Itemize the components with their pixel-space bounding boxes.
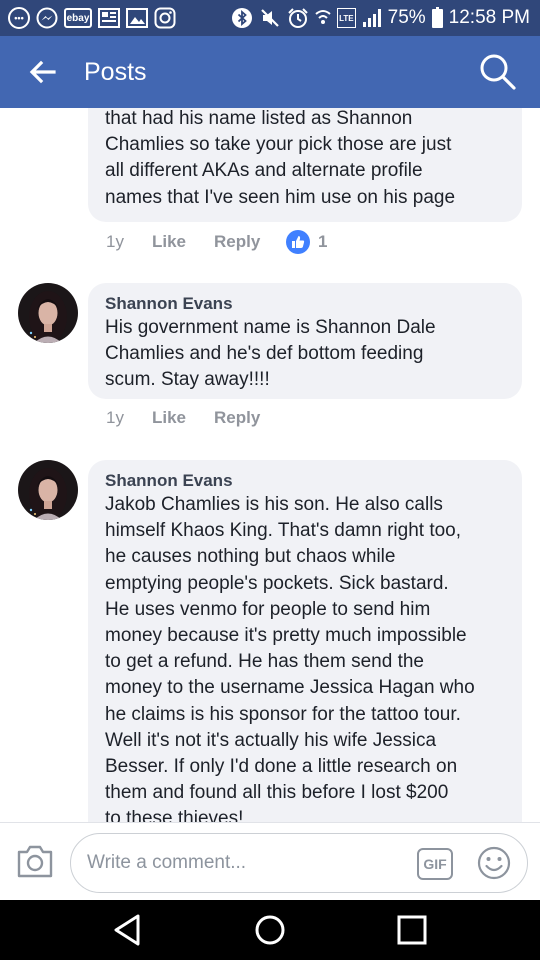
avatar[interactable] — [18, 283, 78, 343]
lte-icon: LTE — [337, 8, 356, 28]
home-circle-icon — [255, 915, 285, 945]
mute-icon — [259, 8, 281, 28]
like-button[interactable]: Like — [152, 232, 214, 252]
nav-home-button[interactable] — [250, 910, 290, 950]
comment-timestamp: 1y — [106, 232, 124, 251]
comments-feed[interactable]: that had his name listed as Shannon Cham… — [0, 108, 540, 822]
nav-back-button[interactable] — [108, 910, 148, 950]
smiley-icon — [477, 846, 511, 880]
camera-button[interactable] — [16, 843, 54, 879]
comment-actions: 1y Like Reply 1 — [106, 230, 327, 254]
gallery-icon — [126, 8, 148, 28]
recents-square-icon — [397, 915, 427, 945]
clock: 12:58 PM — [448, 7, 530, 28]
ebay-icon: ebay — [64, 8, 92, 28]
notification-icons: ••• ebay — [8, 6, 176, 30]
instagram-icon — [154, 7, 176, 29]
news-icon — [98, 8, 120, 28]
comment-actions: 1y Like Reply — [106, 408, 286, 428]
thumbs-up-icon — [286, 230, 310, 254]
reaction-summary[interactable]: 1 — [286, 230, 327, 254]
page-title: Posts — [84, 58, 147, 86]
comment-bubble: that had his name listed as Shannon Cham… — [88, 108, 522, 222]
alarm-icon — [287, 8, 309, 28]
search-button[interactable] — [478, 52, 518, 92]
profile-photo — [18, 460, 78, 520]
system-nav-bar — [0, 900, 540, 960]
battery-icon — [431, 6, 443, 28]
status-bar: ••• ebay LTE 75% 12:58 PM — [0, 0, 540, 36]
comment-text: His government name is Shannon Dale Cham… — [105, 317, 436, 391]
back-button[interactable] — [24, 54, 60, 90]
more-dots-icon: ••• — [8, 7, 30, 29]
reply-button[interactable]: Reply — [214, 408, 286, 428]
comment-timestamp: 1y — [106, 408, 124, 427]
comment-author[interactable]: Shannon Evans — [105, 293, 233, 315]
signal-icon — [362, 8, 382, 28]
bluetooth-icon — [231, 8, 253, 28]
reaction-count: 1 — [318, 232, 328, 251]
messenger-icon — [36, 7, 58, 29]
search-icon — [480, 54, 516, 90]
profile-photo — [18, 283, 78, 343]
comment-composer: GIF — [0, 822, 540, 900]
comment-input-box[interactable]: GIF — [70, 833, 528, 893]
comment-author[interactable]: Shannon Evans — [105, 470, 233, 492]
gif-button[interactable]: GIF — [417, 848, 453, 880]
avatar[interactable] — [18, 460, 78, 520]
system-indicators: LTE 75% 12:58 PM — [231, 6, 530, 30]
reply-button[interactable]: Reply — [214, 232, 286, 252]
comment-bubble: Shannon Evans His government name is Sha… — [88, 283, 522, 399]
nav-recents-button[interactable] — [392, 910, 432, 950]
app-bar: Posts — [0, 36, 540, 108]
comment-text: Jakob Chamlies is his son. He also calls… — [105, 494, 475, 822]
wifi-icon — [315, 8, 331, 28]
triangle-back-icon — [114, 914, 140, 946]
emoji-button[interactable] — [477, 846, 511, 880]
like-button[interactable]: Like — [152, 408, 214, 428]
camera-icon — [17, 845, 53, 878]
arrow-left-icon — [29, 60, 56, 84]
comment-input[interactable] — [87, 834, 407, 892]
battery-percent: 75% — [387, 7, 426, 28]
comment-bubble: Shannon Evans Jakob Chamlies is his son.… — [88, 460, 522, 822]
comment-text: that had his name listed as Shannon Cham… — [105, 108, 456, 208]
